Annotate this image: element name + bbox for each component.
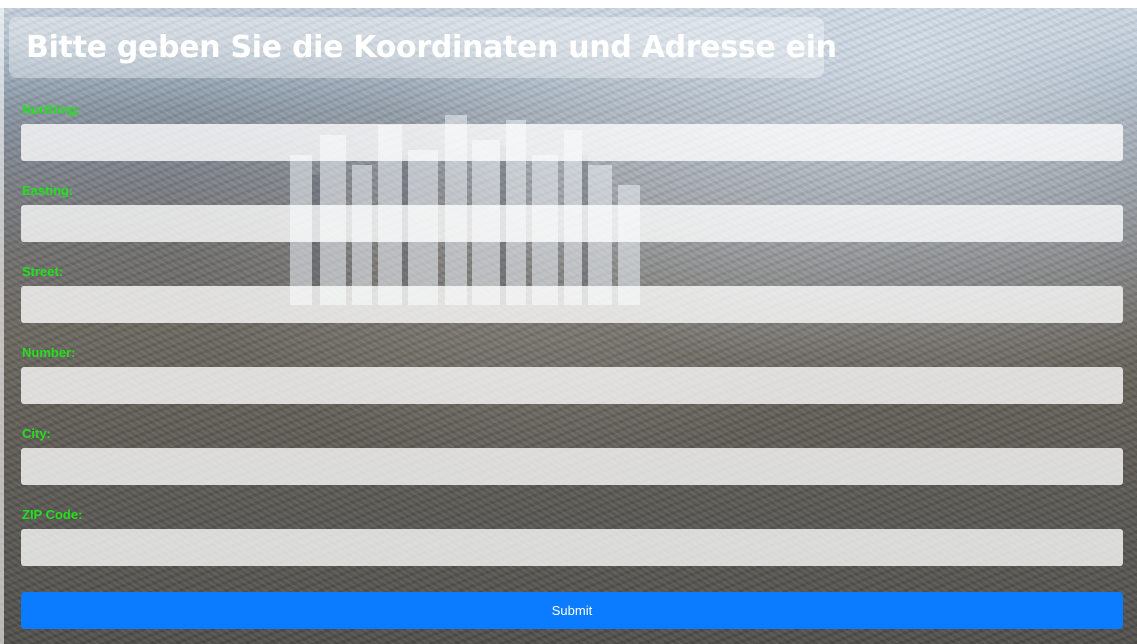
street-label: Street: [22,264,64,279]
submit-button[interactable]: Submit [21,592,1123,629]
title-banner: Bitte geben Sie die Koordinaten und Adre… [9,17,837,78]
city-input[interactable] [21,448,1123,485]
top-border [0,0,1137,8]
easting-label: Easting: [22,183,74,198]
zip-code-label: ZIP Code: [22,507,83,522]
number-input[interactable] [21,367,1123,404]
easting-input[interactable] [21,205,1123,242]
city-label: City: [22,426,51,441]
page-title: Bitte geben Sie die Koordinaten und Adre… [26,30,837,65]
number-label: Number: [22,345,76,360]
northing-label: Northing: [22,102,81,117]
left-border [0,0,4,644]
street-input[interactable] [21,286,1123,323]
northing-input[interactable] [21,124,1123,161]
zip-code-input[interactable] [21,529,1123,566]
